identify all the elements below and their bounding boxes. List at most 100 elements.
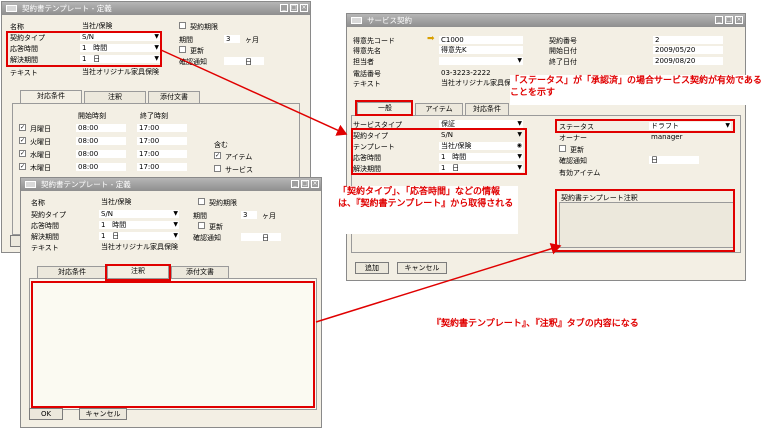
day-end[interactable]: 17:00 bbox=[137, 137, 187, 145]
contract-expiry-checkbox[interactable] bbox=[198, 198, 205, 205]
period-label: 期間 bbox=[179, 36, 193, 44]
maximize-icon[interactable]: □ bbox=[290, 4, 298, 12]
tab-attachments[interactable]: 添付文書 bbox=[171, 266, 229, 278]
contract-type-select[interactable]: S/N ▼ bbox=[99, 210, 179, 218]
response-time-field[interactable]: 1 時間 ▼ bbox=[99, 221, 179, 229]
add-button[interactable]: 追加 bbox=[355, 262, 389, 274]
link-arrow-icon[interactable]: ➡ bbox=[427, 34, 435, 44]
day-label: 水曜日 bbox=[30, 151, 51, 159]
ok-button[interactable]: OK bbox=[29, 408, 63, 420]
include-service-checkbox[interactable] bbox=[214, 165, 221, 172]
owner-field[interactable]: manager bbox=[649, 133, 731, 141]
day-start[interactable]: 08:00 bbox=[76, 137, 126, 145]
info-annotation: 「契約タイプ」、「応答時間」などの情報は、『契約書テンプレート』から取得される bbox=[338, 186, 518, 234]
field-text[interactable]: 当社オリジナル家具保険 bbox=[99, 243, 199, 251]
minimize-icon[interactable]: _ bbox=[291, 180, 299, 188]
include-service-label: サービス bbox=[225, 166, 253, 174]
renewal-checkbox[interactable] bbox=[559, 145, 566, 152]
tab-remarks[interactable]: 注釈 bbox=[84, 91, 146, 103]
close-icon[interactable]: × bbox=[300, 4, 308, 12]
day-start[interactable]: 08:00 bbox=[76, 150, 126, 158]
front-template-window: 契約書テンプレート - 定義 _ □ × 名称 当社/保険 契約タイプ S/N ▼… bbox=[20, 177, 322, 428]
day-label: 月曜日 bbox=[30, 125, 51, 133]
status-highlight bbox=[555, 119, 735, 133]
service-type-value: 保証 bbox=[441, 120, 455, 128]
start-date-label: 開始日付 bbox=[549, 47, 577, 55]
confirm-notice-field[interactable]: 日 bbox=[649, 156, 699, 164]
front-highlight-tab bbox=[105, 264, 171, 281]
day-checkbox[interactable]: ✓ bbox=[19, 124, 26, 131]
contract-expiry-checkbox[interactable] bbox=[179, 22, 186, 29]
day-checkbox[interactable]: ✓ bbox=[19, 150, 26, 157]
customer-code-label: 得意先コード bbox=[353, 37, 395, 45]
tab-conditions[interactable]: 対応条件 bbox=[465, 103, 509, 115]
tab-items[interactable]: アイテム bbox=[415, 103, 463, 115]
back-highlight-fields bbox=[6, 31, 162, 67]
period-value[interactable]: 3 bbox=[224, 35, 240, 43]
confirm-notice-label: 確認通知 bbox=[193, 234, 221, 242]
customer-name-field[interactable]: 得意先K bbox=[439, 46, 523, 54]
confirm-notice-label: 確認通知 bbox=[559, 157, 587, 165]
resolution-period-unit: 日 bbox=[112, 232, 120, 240]
day-end[interactable]: 17:00 bbox=[137, 124, 187, 132]
text-label: テキスト bbox=[353, 80, 381, 88]
renewal-label: 更新 bbox=[209, 223, 223, 231]
cancel-button[interactable]: キャンセル bbox=[397, 262, 447, 274]
contract-expiry-label: 契約期限 bbox=[190, 23, 218, 31]
dropdown-arrow-icon[interactable]: ▼ bbox=[173, 232, 178, 240]
service-type-field[interactable]: 保証 ▼ bbox=[439, 120, 523, 128]
period-value[interactable]: 3 bbox=[241, 211, 257, 219]
cancel-button[interactable]: キャンセル bbox=[79, 408, 127, 420]
confirm-notice-field[interactable] bbox=[224, 57, 264, 65]
contract-number-label: 契約番号 bbox=[549, 37, 577, 45]
day-checkbox[interactable]: ✓ bbox=[19, 163, 26, 170]
remarks-annotation: 『契約書テンプレート』、『注釈』タブの内容になる bbox=[432, 319, 639, 329]
start-date-field[interactable]: 2009/05/20 bbox=[653, 46, 723, 54]
day-start[interactable]: 08:00 bbox=[76, 163, 126, 171]
renewal-checkbox[interactable] bbox=[179, 46, 186, 53]
confirm-notice-unit: 日 bbox=[651, 156, 658, 164]
service-title-bar: サービス契約 _ □ × bbox=[347, 14, 745, 27]
close-icon[interactable]: × bbox=[311, 180, 319, 188]
tab-conditions[interactable]: 対応条件 bbox=[37, 266, 107, 278]
field-label-name: 名称 bbox=[31, 199, 45, 207]
resolution-period-value: 1 bbox=[101, 232, 106, 240]
end-date-field[interactable]: 2009/08/20 bbox=[653, 57, 723, 65]
tab-attachments[interactable]: 添付文書 bbox=[148, 91, 200, 103]
owner-label: オーナー bbox=[559, 134, 587, 142]
field-name[interactable]: 当社/保険 bbox=[99, 198, 179, 206]
period-unit: ヶ月 bbox=[262, 212, 276, 220]
contact-field[interactable]: ▼ bbox=[439, 57, 523, 65]
renewal-label: 更新 bbox=[190, 47, 204, 55]
maximize-icon[interactable]: □ bbox=[301, 180, 309, 188]
close-icon[interactable]: × bbox=[735, 16, 743, 24]
dropdown-arrow-icon[interactable]: ▼ bbox=[517, 120, 522, 128]
dropdown-arrow-icon[interactable]: ▼ bbox=[517, 57, 522, 65]
day-label: 火曜日 bbox=[30, 138, 51, 146]
back-window-title: 契約書テンプレート - 定義 bbox=[22, 4, 112, 13]
front-title-bar: 契約書テンプレート - 定義 _ □ × bbox=[21, 178, 321, 191]
confirm-notice-field[interactable] bbox=[241, 233, 281, 241]
include-item-checkbox[interactable]: ✓ bbox=[214, 152, 221, 159]
customer-code-field[interactable]: C1000 bbox=[439, 36, 523, 44]
dropdown-arrow-icon[interactable]: ▼ bbox=[173, 210, 178, 218]
maximize-icon[interactable]: □ bbox=[725, 16, 733, 24]
include-item-label: アイテム bbox=[225, 153, 253, 161]
minimize-icon[interactable]: _ bbox=[280, 4, 288, 12]
day-end[interactable]: 17:00 bbox=[137, 150, 187, 158]
renewal-checkbox[interactable] bbox=[198, 222, 205, 229]
day-start[interactable]: 08:00 bbox=[76, 124, 126, 132]
dropdown-arrow-icon[interactable]: ▼ bbox=[173, 221, 178, 229]
resolution-period-field[interactable]: 1 日 ▼ bbox=[99, 232, 179, 240]
end-date-label: 終了日付 bbox=[549, 58, 577, 66]
day-checkbox[interactable]: ✓ bbox=[19, 137, 26, 144]
field-label-text: テキスト bbox=[10, 69, 38, 77]
field-text[interactable]: 当社オリジナル家具保険 bbox=[80, 68, 170, 76]
service-window-title: サービス契約 bbox=[367, 16, 412, 25]
day-end[interactable]: 17:00 bbox=[137, 163, 187, 171]
minimize-icon[interactable]: _ bbox=[715, 16, 723, 24]
contract-number-field[interactable]: 2 bbox=[653, 36, 723, 44]
tab-conditions[interactable]: 対応条件 bbox=[20, 90, 82, 103]
field-name[interactable]: 当社/保険 bbox=[80, 22, 160, 30]
front-highlight-remarks bbox=[31, 281, 315, 408]
